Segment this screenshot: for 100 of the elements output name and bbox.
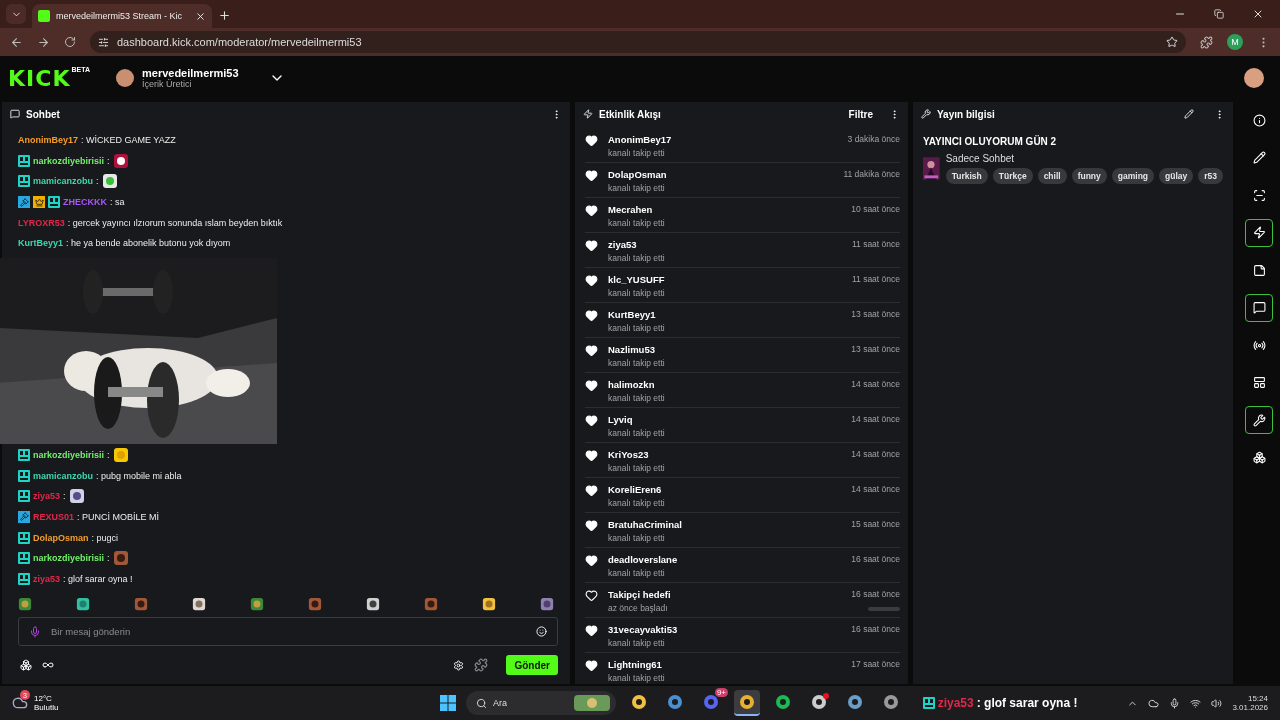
extensions-icon[interactable] [1200, 35, 1213, 49]
back-icon[interactable] [10, 35, 23, 49]
emoji-icon[interactable] [536, 626, 547, 637]
heart-icon [585, 239, 598, 252]
close-icon[interactable] [1252, 8, 1264, 20]
chat-username[interactable]: LYROXR53 [18, 217, 65, 228]
event-username: KoreliEren6 [608, 484, 663, 495]
chat-username[interactable]: REXUS01 [33, 511, 75, 522]
clock-date: 3.01.2026 [1232, 703, 1268, 712]
send-button[interactable]: Gönder [506, 655, 558, 675]
event-time: 16 saat önce [851, 624, 900, 634]
tools-button[interactable] [1245, 406, 1273, 434]
event-username: KriYos23 [608, 449, 650, 460]
close-icon[interactable] [195, 10, 206, 22]
tag-chip[interactable]: gülay [1159, 168, 1194, 184]
og-badge-icon [922, 697, 935, 709]
chat-username[interactable]: mamicanzobu [33, 176, 93, 187]
event-description: kanalı takip etti [608, 533, 666, 543]
event-time: 14 saat önce [851, 379, 900, 389]
app-icon [739, 694, 755, 710]
message-box[interactable]: Bir mesaj gönderin [18, 617, 558, 646]
chat-username[interactable]: mamicanzobu [33, 470, 93, 481]
tag-chip[interactable]: gaming [1111, 168, 1155, 184]
event-description: kanalı takip etti [608, 498, 666, 508]
channel-name: mervedeilmermi53 [142, 67, 239, 79]
events-button[interactable] [1245, 218, 1273, 247]
emote-menu-icon[interactable] [20, 659, 32, 671]
mic-icon[interactable] [1169, 697, 1181, 709]
layout-icon [1252, 376, 1266, 389]
app-icon [775, 694, 791, 710]
chat-username[interactable]: narkozdiyebirisii [33, 155, 105, 166]
edit-button[interactable] [1184, 109, 1194, 119]
browser-tab[interactable]: mervedeilmermi53 Stream - Kic [32, 4, 212, 28]
infinity-icon[interactable] [42, 659, 54, 671]
filter-button[interactable]: Filtre [848, 108, 873, 120]
event-description: kanalı takip etti [608, 323, 666, 333]
chat-button[interactable] [1245, 293, 1273, 322]
search-icon [476, 697, 487, 709]
event-description: kanalı takip etti [608, 673, 666, 683]
heart-icon [585, 204, 598, 217]
chat-username[interactable]: ziya53 [33, 491, 61, 502]
avatar[interactable] [1244, 68, 1264, 88]
event-time: 11 dakika önce [843, 169, 900, 179]
event-description: kanalı takip etti [608, 393, 666, 403]
heart-icon [585, 449, 598, 462]
tag-chip[interactable]: funny [1071, 168, 1107, 184]
heart-icon [585, 414, 598, 427]
tag-chip[interactable]: chill [1037, 168, 1067, 184]
app-icon [703, 694, 719, 710]
chat-username[interactable]: KurtBeyy1 [18, 238, 64, 249]
event-time: 17 saat önce [851, 659, 900, 669]
message-field[interactable]: Bir mesaj gönderin [49, 625, 528, 638]
heart-icon [585, 624, 598, 637]
overlay-message: : glof sarar oyna ! [976, 696, 1078, 710]
chat-username[interactable]: narkozdiyebirisii [33, 450, 105, 461]
chat-username[interactable]: ZHECKKK [63, 197, 107, 208]
event-description: kanalı takip etti [608, 638, 666, 648]
event-time: 11 saat önce [851, 274, 900, 284]
event-time: 11 saat önce [851, 239, 900, 249]
heart-icon [585, 379, 598, 392]
app-icon [847, 694, 863, 710]
bookmark-star-icon[interactable] [1166, 36, 1178, 48]
chat-message-text: : WİCKED GAME YAZZ [81, 135, 176, 146]
heart-icon [585, 274, 598, 287]
windows-icon[interactable] [440, 695, 456, 711]
chat-username[interactable]: ziya53 [33, 573, 61, 584]
app-icon [811, 694, 827, 710]
chat-username[interactable]: AnonimBey17 [18, 135, 79, 146]
taskbar-button[interactable] [734, 690, 760, 716]
address-field[interactable]: dashboard.kick.com/moderator/mervedeilmermi53 [90, 31, 1186, 53]
restore-icon[interactable] [1214, 9, 1224, 19]
search-field[interactable]: Ara [466, 691, 616, 715]
event-description: kanalı takip etti [608, 183, 666, 193]
event-time: 13 saat önce [851, 309, 900, 319]
tag-chip[interactable]: Türkçe [992, 168, 1033, 184]
volume-icon[interactable] [1211, 697, 1223, 709]
chat-username[interactable]: DolapOsman [33, 532, 89, 543]
wifi-icon[interactable] [1190, 697, 1202, 709]
forward-icon[interactable] [37, 35, 50, 49]
settings-icon[interactable] [453, 659, 465, 671]
microphone-icon[interactable] [29, 625, 41, 638]
tab-list-button[interactable] [6, 4, 26, 24]
puzzle-icon[interactable] [474, 658, 489, 672]
clock-time: 15:24 [1247, 694, 1268, 703]
chat-message-text: : PUNCİ MOBİLE Mİ [77, 511, 160, 522]
site-settings-icon[interactable] [98, 36, 109, 48]
heart-icon [585, 134, 598, 147]
cloud-icon[interactable] [1148, 697, 1160, 709]
event-description: kanalı takip etti [608, 288, 666, 298]
heart-icon [585, 309, 598, 322]
chat-username[interactable]: narkozdiyebirisii [33, 553, 105, 564]
event-username: AnonimBey17 [608, 134, 673, 145]
panel-title: Yayın bilgisi [937, 108, 996, 120]
new-tab-icon[interactable] [218, 9, 231, 22]
tag-chip[interactable]: Turkish [945, 168, 988, 184]
heart-icon [585, 344, 598, 357]
notification-dot [823, 693, 829, 699]
tag-chip[interactable]: r53 [1198, 168, 1223, 184]
lightning-icon [583, 109, 593, 119]
reload-icon[interactable] [64, 36, 76, 48]
